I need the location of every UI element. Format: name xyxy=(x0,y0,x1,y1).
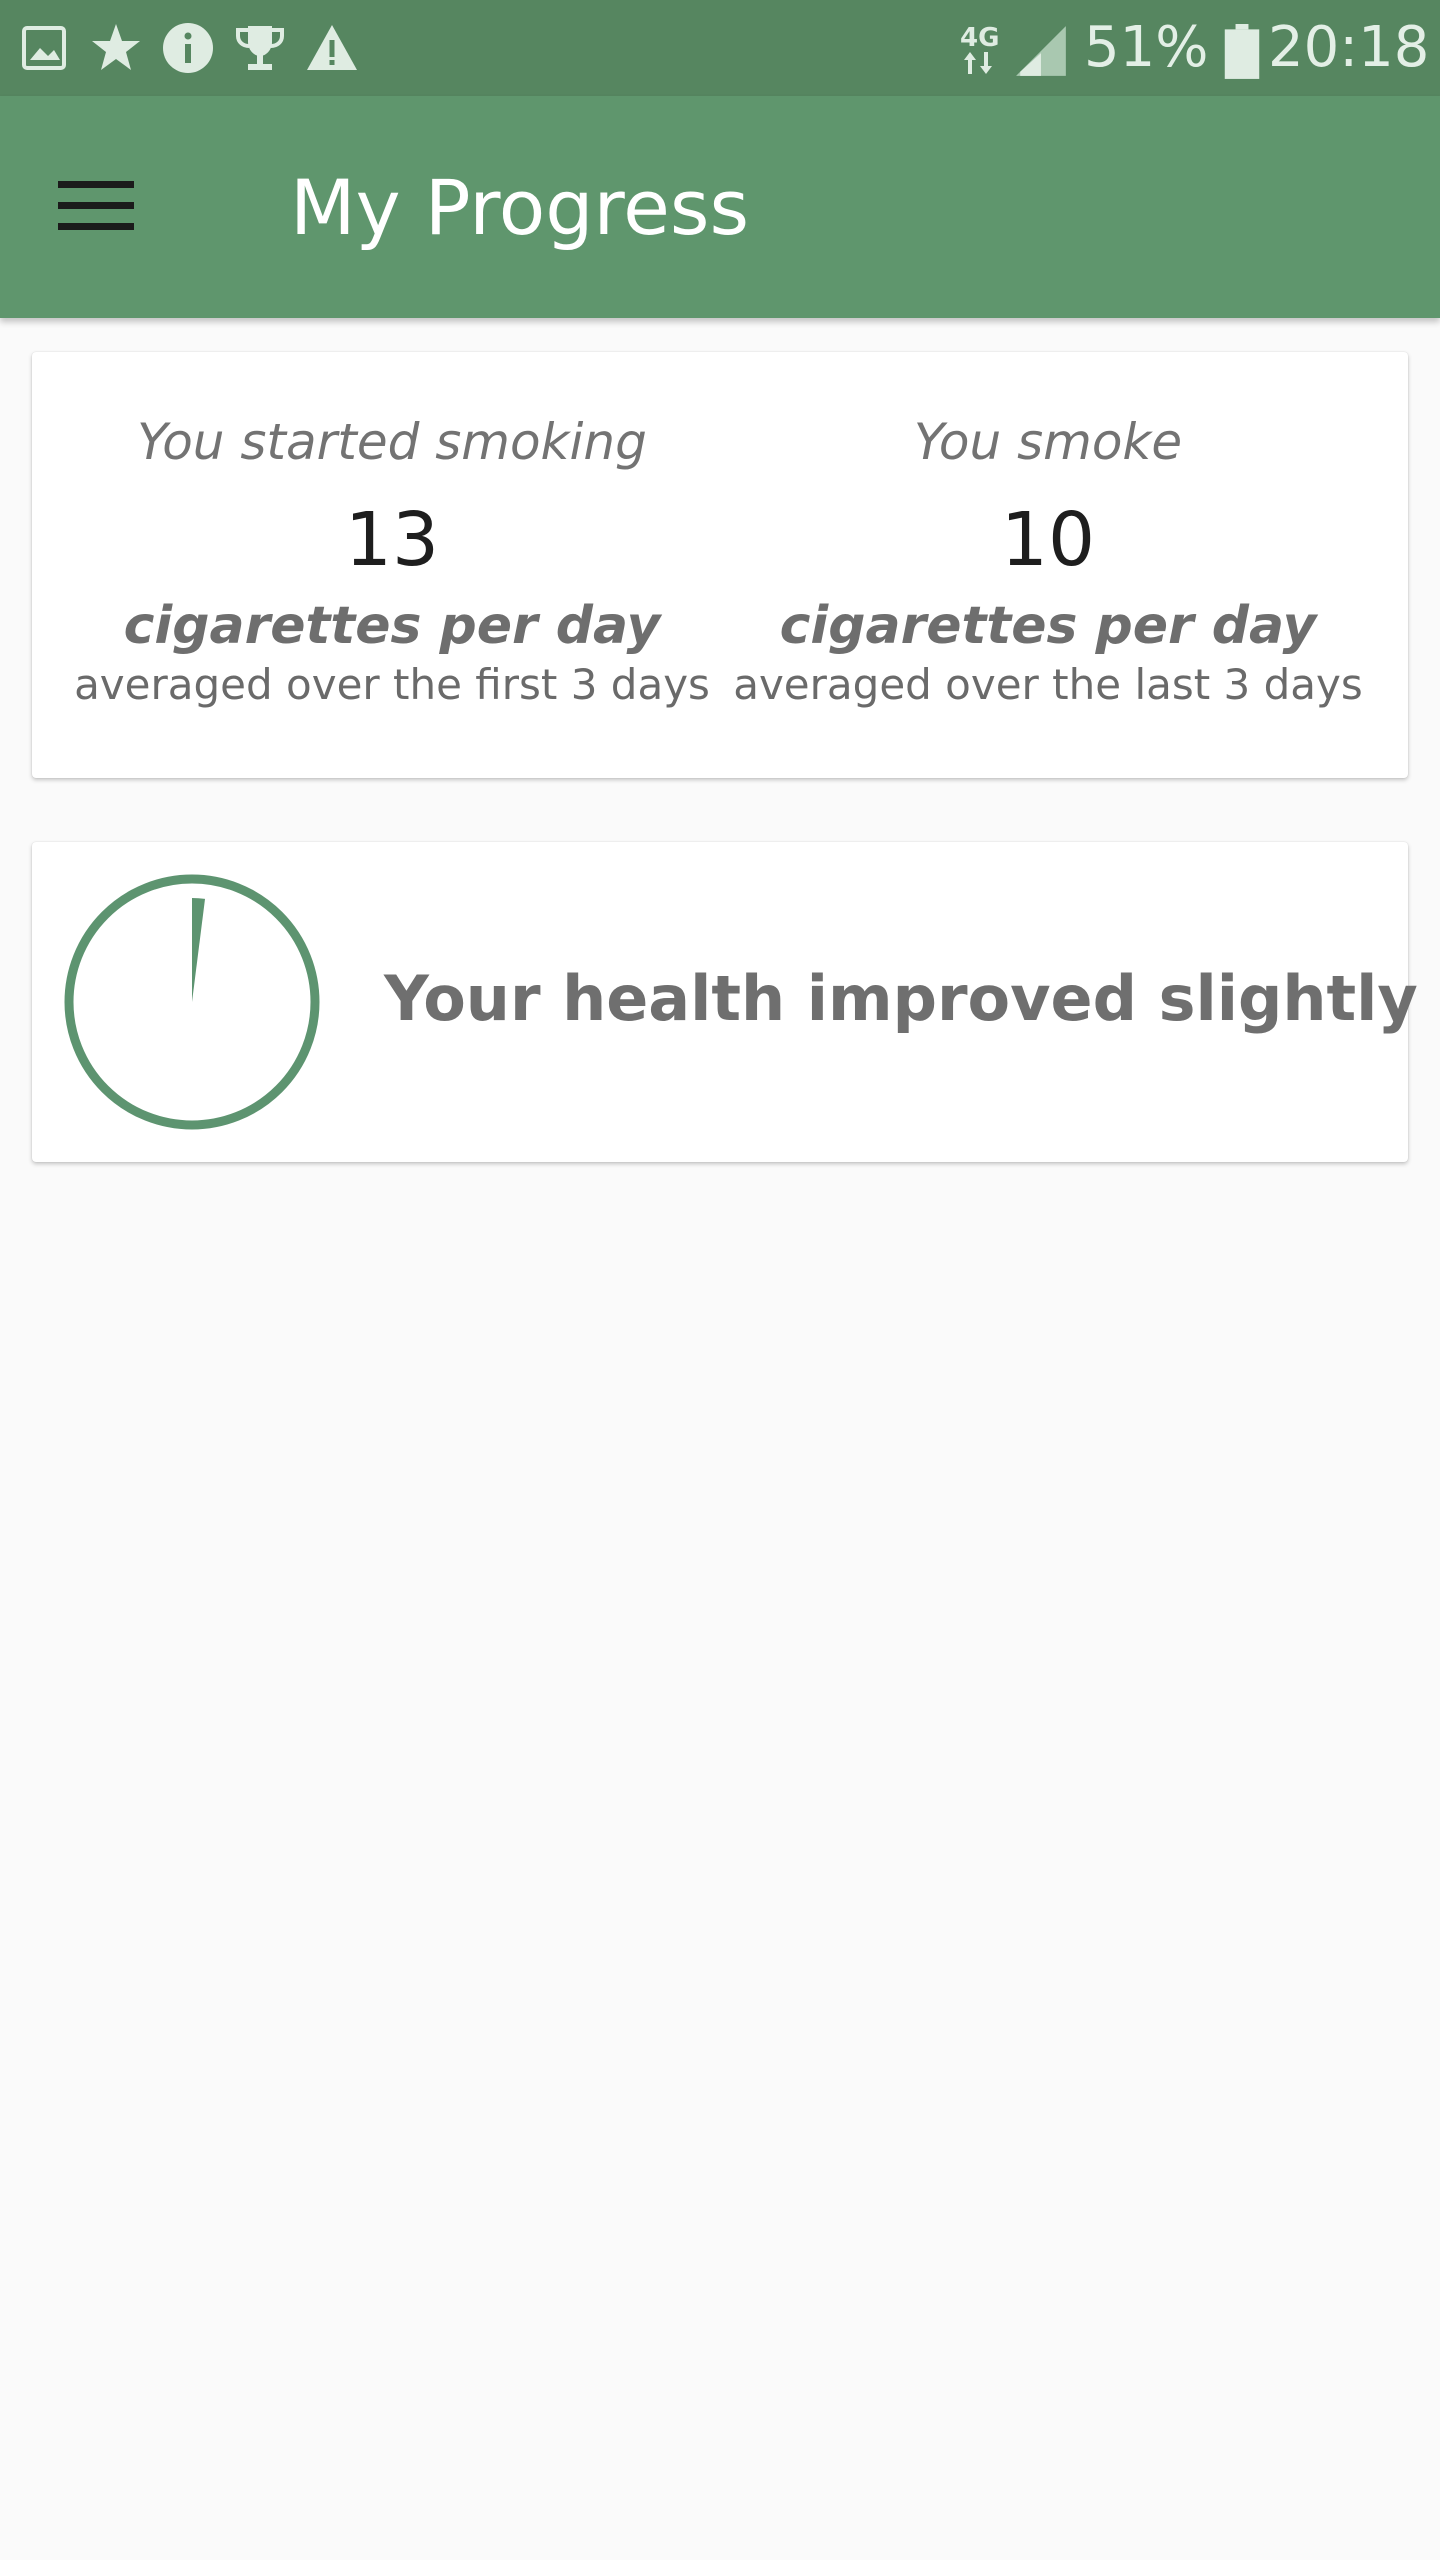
current-lead-text: You smoke xyxy=(913,413,1183,471)
started-value: 13 xyxy=(344,497,440,583)
current-unit: cigarettes per day xyxy=(779,596,1317,656)
star-icon xyxy=(92,24,140,70)
current-note: averaged over the last 3 days xyxy=(733,660,1363,709)
started-lead-text: You started smoking xyxy=(137,413,647,471)
info-icon xyxy=(163,23,213,73)
network-label: 4G xyxy=(960,23,1000,53)
status-time: 20:18 xyxy=(1268,15,1430,80)
warning-icon xyxy=(307,25,357,70)
health-gauge-fill xyxy=(192,898,206,1002)
smoking-stats-card: You started smoking 13 cigarettes per da… xyxy=(32,352,1408,778)
network-4g-icon: 4G xyxy=(960,24,1000,76)
hamburger-menu-icon xyxy=(58,181,134,230)
battery-percent: 51% xyxy=(1084,15,1209,80)
current-value: 10 xyxy=(1000,497,1096,583)
page-title: My Progress xyxy=(290,163,750,252)
menu-button[interactable] xyxy=(40,150,152,262)
trophy-icon xyxy=(236,26,284,70)
health-message: Your health improved slightly xyxy=(384,962,1418,1035)
image-icon xyxy=(22,26,66,70)
app-bar: My Progress xyxy=(0,96,1440,318)
health-card[interactable]: Your health improved slightly xyxy=(32,842,1418,1162)
signal-icon xyxy=(1016,26,1066,76)
status-bar: 4G 51% 20:18 xyxy=(0,0,1440,96)
battery-icon xyxy=(1224,24,1260,79)
health-gauge-icon xyxy=(64,874,320,1130)
started-unit: cigarettes per day xyxy=(123,596,661,656)
started-note: averaged over the first 3 days xyxy=(74,660,710,709)
